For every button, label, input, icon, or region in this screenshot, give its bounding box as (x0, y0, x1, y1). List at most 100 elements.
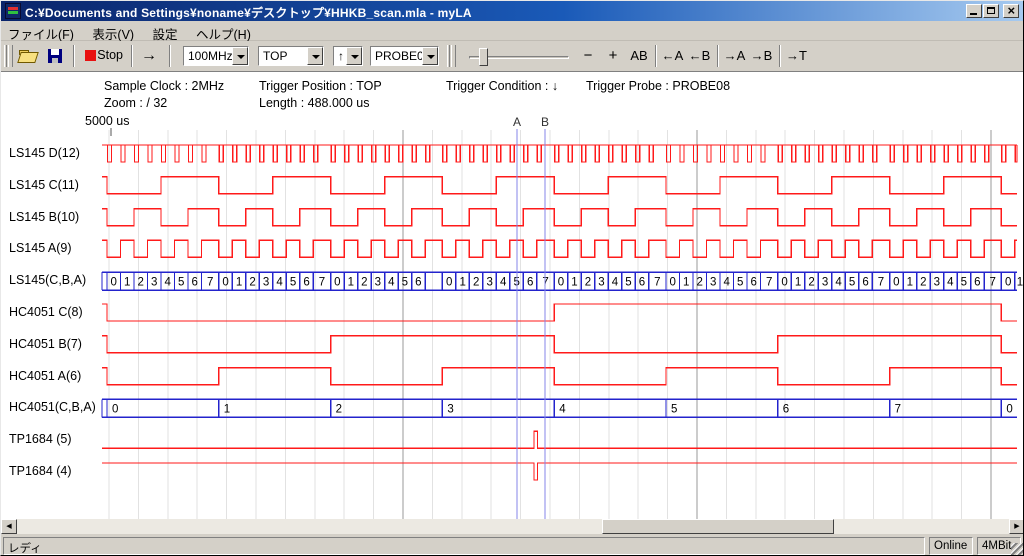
channel-label[interactable]: TP1684 (4) (9, 464, 72, 478)
chevron-down-icon[interactable] (307, 47, 323, 65)
scroll-right-icon[interactable]: ▶ (1009, 519, 1024, 534)
goto-b-left-button[interactable]: ←B (687, 45, 712, 67)
svg-text:4: 4 (559, 404, 566, 416)
svg-text:3: 3 (375, 276, 381, 288)
svg-text:1: 1 (236, 276, 242, 288)
svg-text:6: 6 (783, 404, 789, 416)
channel-label[interactable]: LS145(C,B,A) (9, 273, 86, 287)
app-window: C:¥Documents and Settings¥noname¥デスクトップ¥… (0, 0, 1024, 556)
scroll-left-icon[interactable]: ◀ (1, 519, 17, 534)
channel-label[interactable]: HC4051(C,B,A) (9, 400, 96, 414)
svg-text:2: 2 (920, 276, 926, 288)
svg-text:5: 5 (961, 276, 967, 288)
chevron-down-icon[interactable] (232, 47, 248, 65)
svg-text:5: 5 (849, 276, 855, 288)
zoom-in-button[interactable]: + (602, 45, 624, 67)
svg-text:3: 3 (822, 276, 828, 288)
maximize-icon (987, 7, 995, 14)
save-file-button[interactable] (43, 45, 69, 67)
zoom-out-button[interactable]: − (577, 45, 599, 67)
app-icon (5, 3, 21, 19)
channel-label[interactable]: LS145 D(12) (9, 146, 80, 160)
goto-b-right-button[interactable]: →B (749, 45, 774, 67)
svg-text:5: 5 (290, 276, 296, 288)
toolbar-grip[interactable] (447, 45, 450, 67)
svg-text:0: 0 (781, 276, 787, 288)
channel-label[interactable]: LS145 B(10) (9, 210, 79, 224)
channel-label[interactable]: HC4051 C(8) (9, 305, 83, 319)
channel-label[interactable]: HC4051 B(7) (9, 337, 82, 351)
goto-a-left-button[interactable]: ←A (660, 45, 685, 67)
svg-text:5: 5 (671, 404, 677, 416)
svg-text:2: 2 (361, 276, 367, 288)
svg-text:0: 0 (446, 276, 452, 288)
svg-text:0: 0 (1005, 276, 1011, 288)
sample-clock-select[interactable]: 100MHz (183, 46, 249, 66)
toolbar-separator (169, 45, 171, 67)
svg-text:6: 6 (192, 276, 198, 288)
slider-thumb[interactable] (479, 48, 488, 66)
svg-text:7: 7 (207, 276, 213, 288)
menu-help[interactable]: ヘルプ(H) (189, 21, 258, 41)
trigger-position-select[interactable]: TOP (258, 46, 324, 66)
toolbar-separator (779, 45, 781, 67)
svg-text:7: 7 (990, 276, 996, 288)
svg-text:6: 6 (415, 276, 421, 288)
menu-file[interactable]: ファイル(F) (1, 21, 81, 41)
svg-text:0: 0 (111, 276, 117, 288)
svg-text:3: 3 (598, 276, 604, 288)
svg-text:7: 7 (878, 276, 884, 288)
svg-text:3: 3 (710, 276, 716, 288)
menu-view[interactable]: 表示(V) (85, 21, 141, 41)
run-button[interactable]: → (135, 45, 163, 67)
svg-text:1: 1 (571, 276, 577, 288)
svg-text:2: 2 (249, 276, 255, 288)
svg-text:7: 7 (895, 404, 901, 416)
waveform-plot[interactable]: 0123456701234567012345601234567012345670… (1, 72, 1024, 520)
channel-label[interactable]: HC4051 A(6) (9, 369, 81, 383)
title-bar[interactable]: C:¥Documents and Settings¥noname¥デスクトップ¥… (1, 1, 1023, 21)
chevron-down-icon[interactable] (346, 47, 362, 65)
menu-settings[interactable]: 設定 (146, 21, 185, 41)
svg-text:6: 6 (862, 276, 868, 288)
stop-button[interactable]: Stop (79, 45, 127, 67)
svg-text:4: 4 (388, 276, 395, 288)
channel-label[interactable]: LS145 C(11) (9, 178, 79, 192)
minimize-icon (970, 13, 977, 15)
chevron-down-icon[interactable] (422, 47, 438, 65)
toolbar-grip[interactable] (4, 45, 7, 67)
status-ready-text: レディ (3, 537, 925, 555)
window-title: C:¥Documents and Settings¥noname¥デスクトップ¥… (25, 4, 472, 21)
svg-text:0: 0 (670, 276, 676, 288)
horizontal-scrollbar[interactable]: ◀ ▶ (1, 519, 1024, 534)
svg-text:4: 4 (276, 276, 283, 288)
svg-text:3: 3 (447, 404, 453, 416)
toolbar-separator (717, 45, 719, 67)
waveform-panel: Sample Clock : 2MHz Trigger Position : T… (1, 71, 1024, 519)
menu-bar: ファイル(F) 表示(V) 設定 ヘルプ(H) (1, 21, 1023, 41)
probe-select[interactable]: PROBE00 (370, 46, 439, 66)
svg-text:1: 1 (795, 276, 801, 288)
minimize-button[interactable] (966, 4, 982, 18)
resize-grip-icon[interactable] (1011, 543, 1024, 556)
close-button[interactable] (1003, 4, 1019, 18)
goto-trigger-button[interactable]: →T (784, 45, 809, 67)
zoom-slider[interactable] (459, 48, 571, 66)
open-file-button[interactable] (15, 45, 41, 67)
svg-text:3: 3 (934, 276, 940, 288)
maximize-button[interactable] (983, 4, 999, 18)
channel-label[interactable]: LS145 A(9) (9, 241, 72, 255)
svg-text:7: 7 (654, 276, 660, 288)
toolbar: Stop → 100MHz TOP ↑ PROBE00 − + AB ←A (1, 41, 1023, 71)
svg-text:A: A (513, 115, 521, 129)
save-floppy-icon (48, 49, 62, 63)
svg-text:1: 1 (459, 276, 465, 288)
ab-button[interactable]: AB (626, 45, 652, 67)
trigger-edge-select[interactable]: ↑ (333, 46, 363, 66)
svg-text:4: 4 (500, 276, 507, 288)
svg-text:2: 2 (473, 276, 479, 288)
goto-a-right-button[interactable]: →A (722, 45, 747, 67)
scrollbar-thumb[interactable] (602, 519, 834, 534)
channel-label[interactable]: TP1684 (5) (9, 432, 72, 446)
svg-text:6: 6 (527, 276, 533, 288)
